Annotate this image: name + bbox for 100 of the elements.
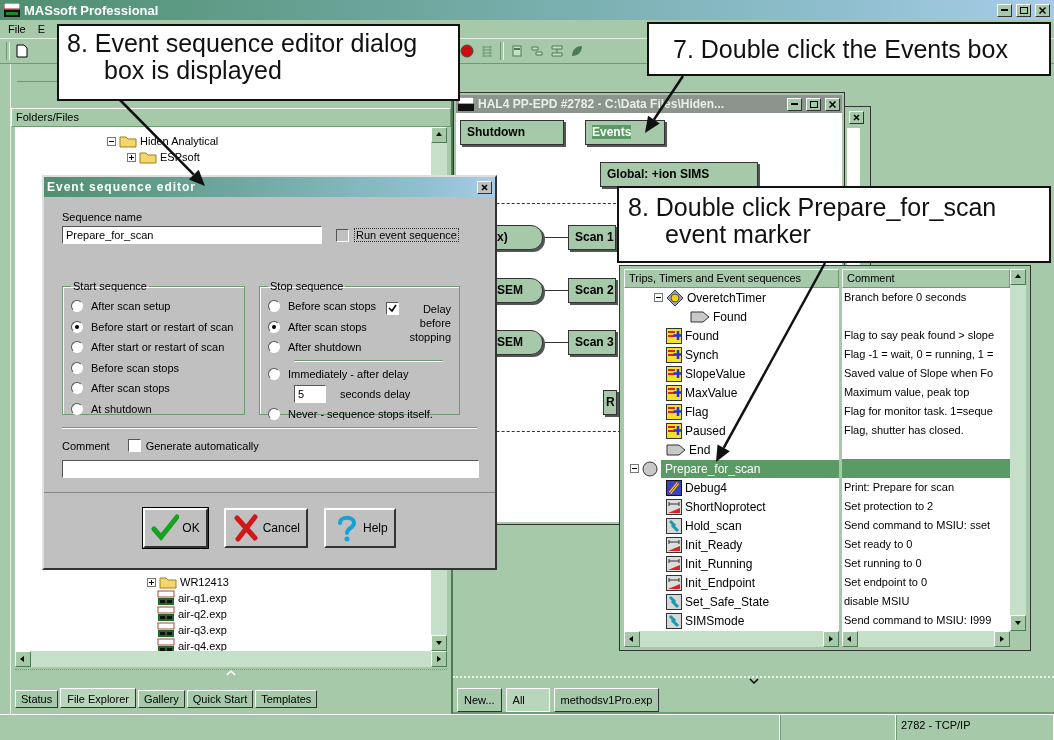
wrench-icon (666, 517, 682, 534)
close-button[interactable] (825, 97, 840, 111)
collapse-icon[interactable] (630, 464, 639, 473)
diagram-node[interactable]: Global: +ion SIMS (600, 162, 758, 187)
diagram-node[interactable]: R (603, 390, 617, 415)
tab[interactable]: methodsv1Pro.exp (553, 688, 660, 712)
variable-icon (666, 384, 682, 401)
dialog-button[interactable]: Help (324, 507, 396, 548)
scrollbar[interactable] (624, 631, 839, 647)
tree-item[interactable]: Paused (685, 423, 726, 438)
radio-button[interactable] (268, 341, 280, 354)
checkbox[interactable] (386, 302, 399, 315)
expand-icon[interactable] (147, 577, 156, 587)
tab[interactable]: Quick Start (186, 690, 254, 708)
tree-item[interactable]: Found (713, 309, 748, 324)
tree-icon (530, 44, 544, 58)
tick-icon (388, 304, 397, 313)
tree-item[interactable]: Hold_scan (685, 518, 742, 533)
tree-item[interactable]: air-q2.exp (178, 608, 227, 620)
scroll-left-button[interactable] (624, 631, 640, 647)
radio-label: At shutdown (91, 402, 152, 415)
tree-item[interactable]: Set_Safe_State (685, 594, 770, 609)
tree-item[interactable]: Init_Endpoint (685, 575, 756, 590)
tree-item[interactable]: ShortNoprotect (685, 499, 766, 514)
tab[interactable]: Templates (255, 690, 318, 708)
tree-item[interactable]: air-q3.exp (178, 624, 227, 636)
tree-item[interactable]: OveretchTimer (687, 290, 766, 305)
tree-item[interactable]: Init_Running (685, 556, 753, 571)
scroll-up-button[interactable] (1010, 269, 1026, 285)
caret-icon (226, 670, 236, 676)
diagram-node[interactable]: Scan 3 (568, 330, 616, 355)
scroll-right-button[interactable] (431, 651, 447, 667)
dialog-button[interactable]: OK (143, 507, 208, 548)
text-field[interactable]: Prepare_for_scan (62, 226, 322, 244)
scroll-down-button[interactable] (431, 635, 447, 651)
tree-item[interactable]: Flag (685, 404, 709, 419)
radio-button[interactable] (268, 367, 280, 380)
scroll-right-button[interactable] (822, 631, 839, 647)
callout: 8. Double click Prepare_for_scan event marker (617, 186, 1051, 263)
comment-cell-text: Set protection to 2 (842, 499, 935, 514)
radio-button[interactable] (268, 408, 280, 421)
radio-button[interactable] (268, 320, 280, 333)
radio-button[interactable] (71, 361, 83, 374)
scrollbar[interactable] (1010, 269, 1026, 631)
diagram-node[interactable]: Scan 1 (568, 225, 616, 250)
radio-button[interactable] (71, 402, 83, 415)
minimize-button[interactable] (997, 3, 1012, 17)
tree-item[interactable]: SIMSmode (685, 613, 745, 628)
comment-field[interactable] (62, 460, 479, 478)
close-button[interactable] (477, 180, 492, 194)
tree-item[interactable]: air-q1.exp (178, 592, 227, 604)
tree-item[interactable]: WR12413 (180, 576, 229, 588)
variable-icon (666, 346, 682, 363)
comment-cell-text: Maximum value, peak top (842, 385, 971, 400)
tree-item[interactable]: Init_Ready (685, 537, 743, 552)
tree-item[interactable]: End (689, 442, 711, 457)
scroll-down-button[interactable] (1010, 615, 1026, 631)
tree-item[interactable]: Found (685, 328, 720, 343)
diagram-node[interactable]: Shutdown (460, 120, 564, 145)
maximize-button[interactable] (1016, 3, 1031, 17)
file-icon (157, 622, 175, 638)
collapse-icon[interactable] (654, 293, 663, 302)
scrollbar[interactable] (841, 631, 1010, 647)
radio-button[interactable] (71, 320, 83, 333)
radio-button[interactable] (71, 382, 83, 395)
diagram-node[interactable]: Scan 2 (568, 278, 616, 303)
file-icon (157, 606, 175, 622)
number-field[interactable]: 5 (294, 385, 326, 403)
tab[interactable]: All (505, 688, 550, 712)
grid-icon (480, 44, 494, 58)
group-title: Start sequence (72, 280, 148, 292)
scrollbar[interactable] (15, 651, 447, 667)
scroll-left-button[interactable] (15, 651, 31, 667)
radio-button[interactable] (71, 300, 83, 313)
window-icon (510, 44, 524, 58)
tree-item[interactable]: SlopeValue (685, 366, 746, 381)
close-button[interactable] (1035, 3, 1050, 17)
tab[interactable]: File Explorer (60, 688, 136, 708)
tab[interactable]: Gallery (137, 690, 185, 708)
tab[interactable]: Status (15, 690, 59, 708)
tree-item[interactable]: MaxValue (685, 385, 738, 400)
group-title: Stop sequence (269, 280, 345, 292)
radio-label: After start or restart of scan (91, 341, 225, 354)
pencil-icon (666, 479, 682, 496)
radio-button[interactable] (268, 300, 280, 313)
radio-button[interactable] (71, 341, 83, 354)
collapse-icon[interactable] (107, 136, 116, 146)
dialog-button[interactable]: Cancel (223, 507, 308, 548)
scroll-right-button[interactable] (994, 631, 1010, 647)
tab[interactable]: New... (457, 688, 502, 712)
minimize-button[interactable] (787, 97, 802, 111)
scroll-up-button[interactable] (431, 127, 447, 143)
close-button[interactable] (849, 111, 864, 124)
menu-item[interactable]: File (8, 23, 26, 35)
tree-item[interactable]: Synch (685, 347, 719, 362)
tree-item[interactable]: Debug4 (685, 480, 728, 495)
maximize-button[interactable] (806, 97, 821, 111)
checkbox[interactable] (127, 439, 141, 452)
expand-icon[interactable] (127, 152, 136, 162)
menu-item[interactable]: E (37, 23, 46, 35)
